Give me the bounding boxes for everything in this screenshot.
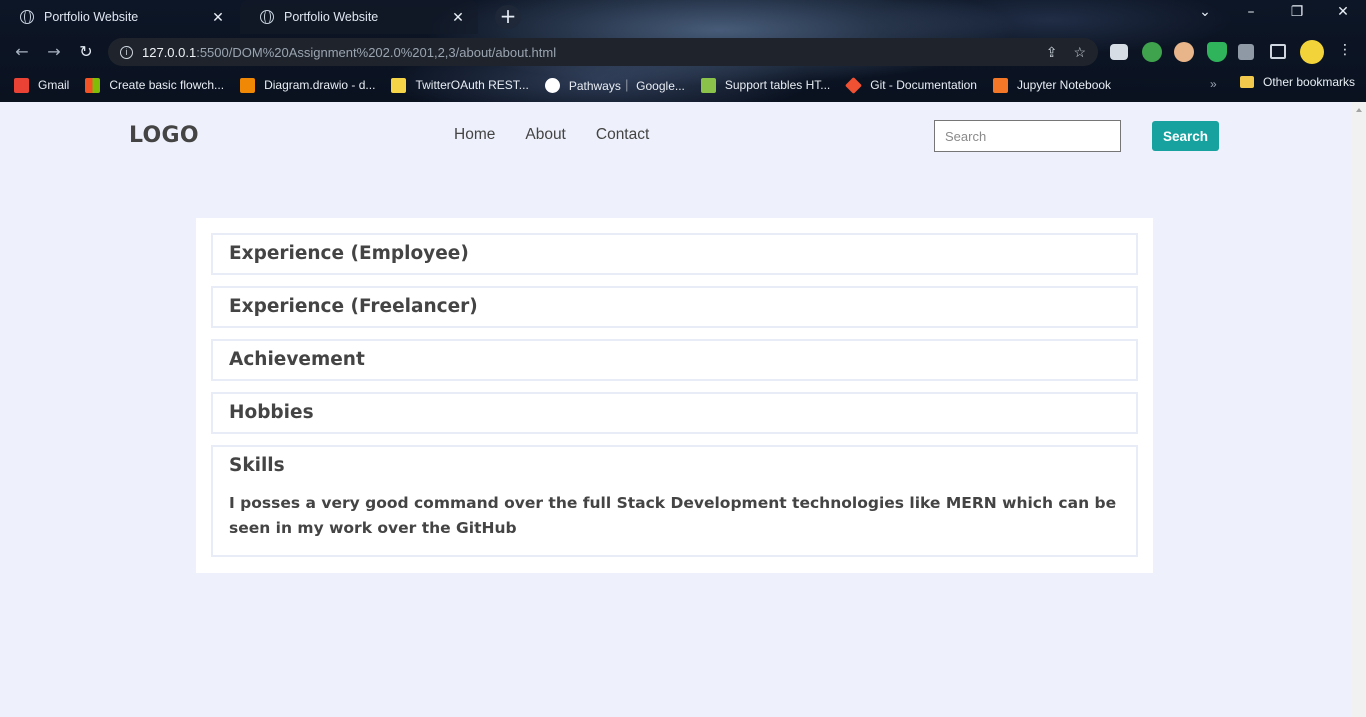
new-tab-button[interactable]: + xyxy=(495,5,521,29)
tab-portfolio-2[interactable]: Portfolio Website ✕ xyxy=(240,0,478,34)
menu-dots-icon[interactable]: ⋮ xyxy=(1330,42,1360,58)
globe-icon xyxy=(260,9,274,24)
section-skills[interactable]: Skills I posses a very good command over… xyxy=(211,445,1138,557)
folder-icon xyxy=(1240,76,1254,88)
address-bar[interactable]: i 127.0.0.1 :5500/DOM%20Assignment%202.0… xyxy=(108,38,1098,66)
section-experience-freelancer[interactable]: Experience (Freelancer) xyxy=(211,286,1138,328)
jupyter-icon xyxy=(992,77,1008,93)
shield-extension-icon[interactable] xyxy=(1207,42,1227,62)
about-accordion: Experience (Employee) Experience (Freela… xyxy=(196,218,1153,573)
caniuse-icon xyxy=(700,77,716,93)
section-title[interactable]: Experience (Employee) xyxy=(213,235,1136,273)
section-hobbies[interactable]: Hobbies xyxy=(211,392,1138,434)
tab-close-icon[interactable]: ✕ xyxy=(450,9,466,26)
scroll-up-arrow-icon[interactable] xyxy=(1356,108,1362,112)
tab-portfolio-1[interactable]: Portfolio Website ✕ xyxy=(0,0,238,34)
bookmark-label: Support tables HT... xyxy=(724,78,831,92)
bookmarks-overflow-button[interactable]: » xyxy=(1210,77,1217,91)
nav-contact[interactable]: Contact xyxy=(596,126,649,144)
nav-about[interactable]: About xyxy=(525,126,566,144)
bookmark-pathways[interactable]: Pathways｜ Google... xyxy=(544,77,685,94)
bookmark-twitteroauth[interactable]: TwitterOAuth REST... xyxy=(391,77,529,93)
main-nav: Home About Contact xyxy=(454,126,649,144)
tab-close-icon[interactable]: ✕ xyxy=(210,9,226,26)
bookmark-label: TwitterOAuth REST... xyxy=(415,78,529,92)
chevron-down-icon[interactable]: ⌄ xyxy=(1190,4,1220,20)
share-icon[interactable]: ⇪ xyxy=(1046,44,1058,61)
bookmark-star-icon[interactable]: ☆ xyxy=(1073,44,1086,61)
browser-chrome: Portfolio Website ✕ Portfolio Website ✕ … xyxy=(0,0,1366,102)
bookmark-jupyter[interactable]: Jupyter Notebook xyxy=(992,77,1112,93)
section-title[interactable]: Hobbies xyxy=(213,394,1136,432)
bookmark-label: Git - Documentation xyxy=(870,78,977,92)
back-arrow-icon[interactable]: ← xyxy=(11,41,33,63)
search-button[interactable]: Search xyxy=(1152,121,1219,151)
profile-avatar[interactable] xyxy=(1300,40,1324,64)
search-input[interactable] xyxy=(934,120,1121,152)
git-icon xyxy=(845,76,863,94)
other-bookmarks[interactable]: Other bookmarks xyxy=(1240,75,1355,89)
globe-icon xyxy=(20,9,34,24)
section-title[interactable]: Skills xyxy=(213,447,1136,485)
reload-icon[interactable]: ↻ xyxy=(75,41,97,63)
browser-toolbar: ← → ↻ i 127.0.0.1 :5500/DOM%20Assignment… xyxy=(0,34,1366,70)
url-path: :5500/DOM%20Assignment%202.0%201,2,3/abo… xyxy=(196,44,557,60)
other-bookmarks-label: Other bookmarks xyxy=(1263,75,1356,89)
page-scrollbar[interactable] xyxy=(1352,102,1366,717)
gmail-icon xyxy=(14,77,29,93)
restore-button[interactable]: ❐ xyxy=(1282,4,1312,20)
bookmark-label: Gmail xyxy=(38,78,70,92)
bookmark-caniuse[interactable]: Support tables HT... xyxy=(700,77,831,93)
section-title[interactable]: Achievement xyxy=(213,341,1136,379)
site-logo[interactable]: LOGO xyxy=(129,123,199,148)
section-experience-employee[interactable]: Experience (Employee) xyxy=(211,233,1138,275)
bookmark-flowchart[interactable]: Create basic flowch... xyxy=(85,77,225,93)
bookmark-gmail[interactable]: Gmail xyxy=(14,77,70,93)
site-info-icon[interactable]: i xyxy=(120,45,133,59)
nav-home[interactable]: Home xyxy=(454,126,495,144)
section-title[interactable]: Experience (Freelancer) xyxy=(213,288,1136,326)
google-dev-icon xyxy=(544,77,560,93)
bookmark-drawio[interactable]: Diagram.drawio - d... xyxy=(240,77,376,93)
bookmark-label: Diagram.drawio - d... xyxy=(264,78,376,92)
page-viewport: LOGO Home About Contact Search Experienc… xyxy=(0,102,1366,717)
bookmark-git[interactable]: Git - Documentation xyxy=(845,76,977,94)
tab-title: Portfolio Website xyxy=(284,10,379,24)
url-host: 127.0.0.1 xyxy=(142,44,197,60)
camera-extension-icon[interactable] xyxy=(1110,44,1128,60)
tab-strip: Portfolio Website ✕ Portfolio Website ✕ … xyxy=(0,0,1366,34)
face-extension-icon[interactable] xyxy=(1174,42,1194,62)
bookmarks-bar: Gmail Create basic flowch... Diagram.dra… xyxy=(0,70,1366,100)
side-panel-icon[interactable] xyxy=(1270,44,1286,59)
bookmark-label: Jupyter Notebook xyxy=(1016,78,1112,92)
microsoft-icon xyxy=(85,77,101,93)
close-window-button[interactable]: ✕ xyxy=(1328,4,1358,20)
tab-title: Portfolio Website xyxy=(44,10,139,24)
drawio-icon xyxy=(240,77,256,93)
bookmark-label: Create basic flowch... xyxy=(109,78,225,92)
minimize-button[interactable]: – xyxy=(1236,4,1266,20)
section-achievement[interactable]: Achievement xyxy=(211,339,1138,381)
tree-extension-icon[interactable] xyxy=(1142,42,1162,62)
forward-arrow-icon[interactable]: → xyxy=(43,41,65,63)
section-content: I posses a very good command over the fu… xyxy=(229,494,1117,537)
puzzle-icon[interactable] xyxy=(1238,44,1254,60)
qr-icon xyxy=(391,77,407,93)
bookmark-label: Pathways｜ Google... xyxy=(568,78,685,93)
